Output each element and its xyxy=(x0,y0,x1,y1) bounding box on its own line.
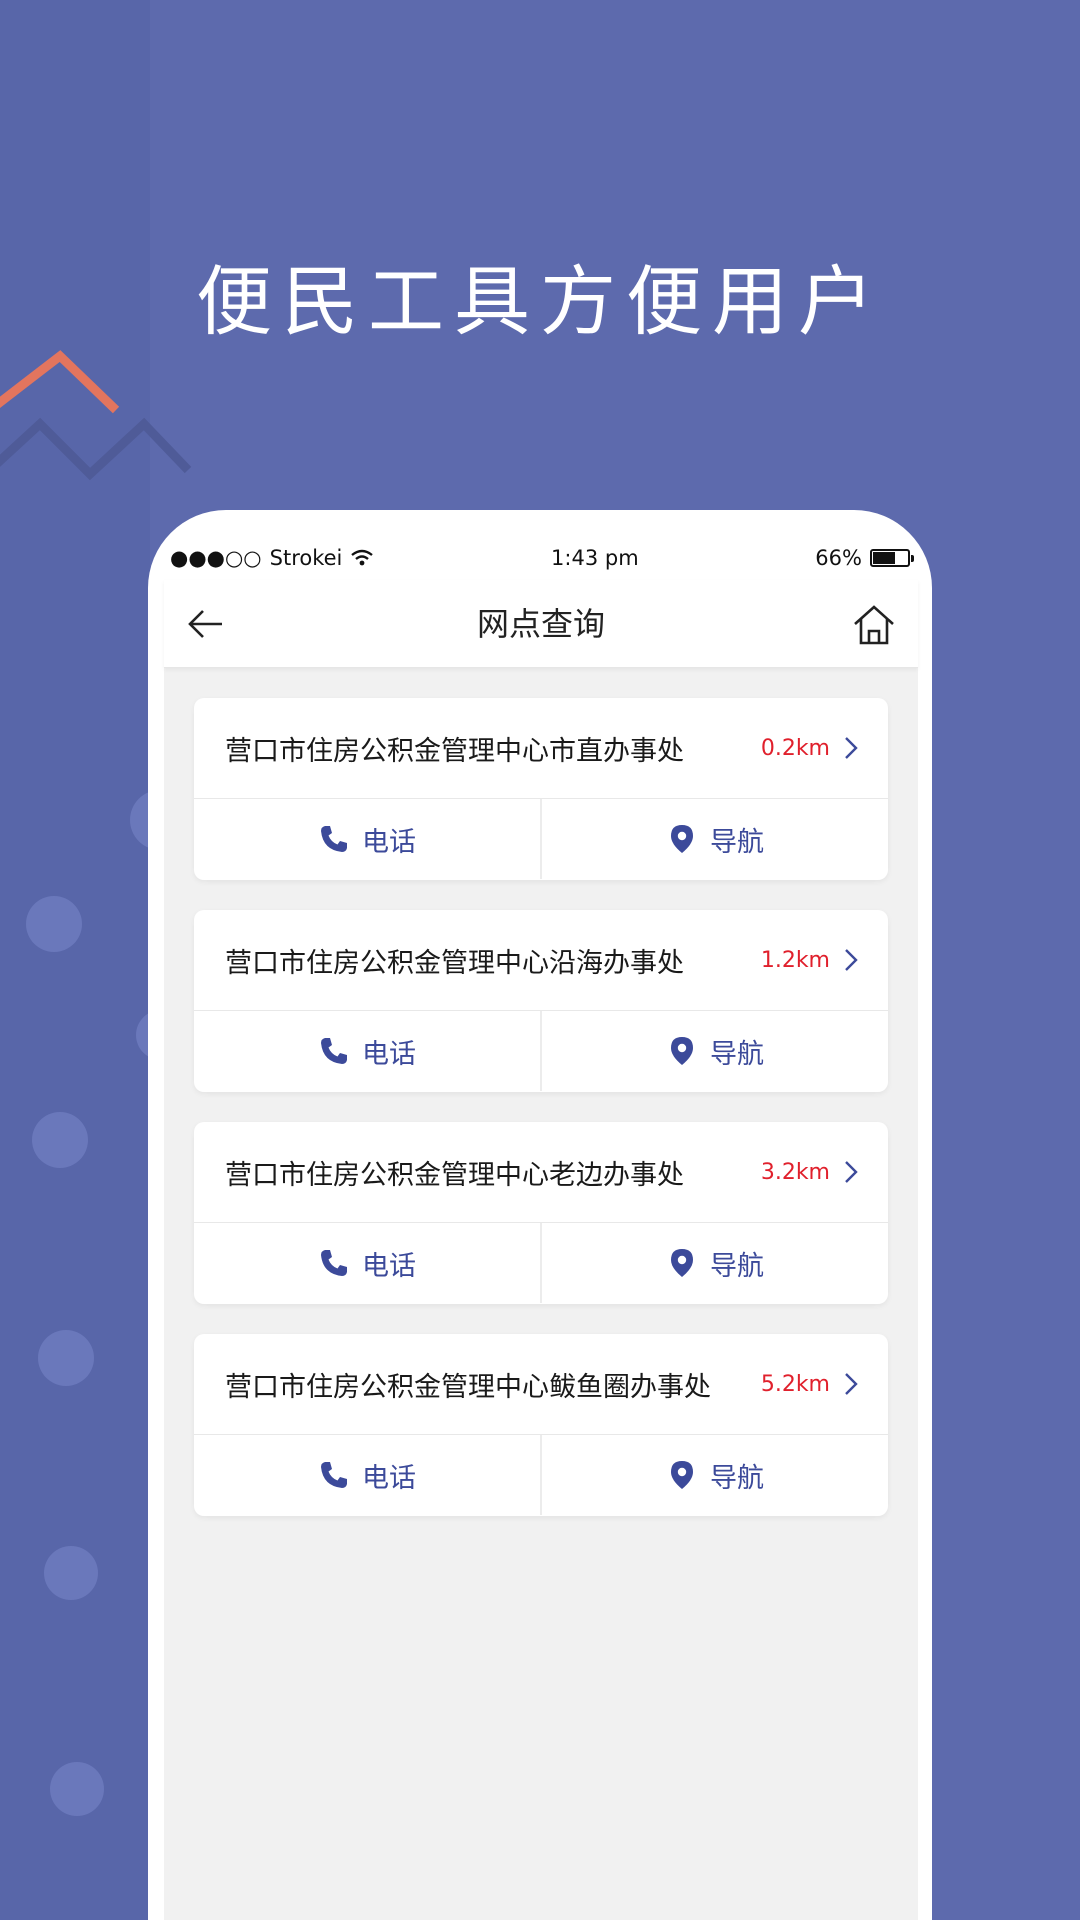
home-icon[interactable] xyxy=(852,604,896,646)
location-pin-icon xyxy=(671,825,693,853)
office-distance: 5.2km xyxy=(760,1371,830,1397)
office-header[interactable]: 营口市住房公积金管理中心老边办事处 3.2km xyxy=(194,1122,888,1223)
battery-level xyxy=(872,552,896,564)
location-pin-icon xyxy=(671,1249,693,1277)
battery-percent: 66% xyxy=(815,546,862,570)
navigate-label: 导航 xyxy=(710,1462,764,1494)
decorative-dot xyxy=(26,896,82,952)
carrier-name: Strokei xyxy=(269,546,343,570)
office-card: 营口市住房公积金管理中心沿海办事处 1.2km 电话 导航 xyxy=(194,910,888,1092)
phone-icon xyxy=(321,826,347,852)
office-name: 营口市住房公积金管理中心鲅鱼圈办事处 xyxy=(225,1371,711,1403)
decorative-dot xyxy=(44,1546,98,1600)
navigate-button[interactable]: 导航 xyxy=(540,1435,888,1515)
office-name: 营口市住房公积金管理中心市直办事处 xyxy=(225,735,684,767)
status-bar: ●●●○○ Strokei 1:43 pm 66% xyxy=(164,536,918,580)
chevron-right-icon xyxy=(845,1373,858,1395)
navigate-button[interactable]: 导航 xyxy=(540,1011,888,1091)
office-header[interactable]: 营口市住房公积金管理中心鲅鱼圈办事处 5.2km xyxy=(194,1334,888,1435)
phone-icon xyxy=(321,1462,347,1488)
page-title: 网点查询 xyxy=(476,605,605,643)
navigate-button[interactable]: 导航 xyxy=(540,799,888,879)
office-header[interactable]: 营口市住房公积金管理中心市直办事处 0.2km xyxy=(194,698,888,799)
navigate-label: 导航 xyxy=(710,1038,764,1070)
office-card: 营口市住房公积金管理中心老边办事处 3.2km 电话 导航 xyxy=(194,1122,888,1304)
office-distance: 0.2km xyxy=(760,735,830,761)
signal-indicator: ●●●○○ xyxy=(170,546,262,570)
call-label: 电话 xyxy=(362,1250,416,1282)
navigate-button[interactable]: 导航 xyxy=(540,1223,888,1303)
office-card: 营口市住房公积金管理中心市直办事处 0.2km 电话 导航 xyxy=(194,698,888,880)
office-card: 营口市住房公积金管理中心鲅鱼圈办事处 5.2km 电话 导航 xyxy=(194,1334,888,1516)
chevron-right-icon xyxy=(845,949,858,971)
navigation-bar: 网点查询 xyxy=(164,580,918,668)
call-label: 电话 xyxy=(362,1462,416,1494)
battery-icon xyxy=(869,549,914,567)
call-button[interactable]: 电话 xyxy=(194,799,540,879)
call-button[interactable]: 电话 xyxy=(194,1435,540,1515)
call-button[interactable]: 电话 xyxy=(194,1011,540,1091)
zigzag-decoration xyxy=(0,350,192,481)
location-pin-icon xyxy=(671,1461,693,1489)
phone-icon xyxy=(321,1250,347,1276)
office-name: 营口市住房公积金管理中心老边办事处 xyxy=(225,1159,684,1191)
office-distance: 3.2km xyxy=(760,1159,830,1185)
status-time: 1:43 pm xyxy=(551,546,639,570)
phone-icon xyxy=(321,1038,347,1064)
navigate-label: 导航 xyxy=(710,826,764,858)
location-pin-icon xyxy=(671,1037,693,1065)
call-label: 电话 xyxy=(362,1038,416,1070)
office-distance: 1.2km xyxy=(760,947,830,973)
decorative-dot xyxy=(50,1762,104,1816)
promo-tagline: 便民工具方便用户 xyxy=(196,257,884,346)
office-header[interactable]: 营口市住房公积金管理中心沿海办事处 1.2km xyxy=(194,910,888,1011)
decorative-dot xyxy=(38,1330,94,1386)
office-list: 营口市住房公积金管理中心市直办事处 0.2km 电话 导航 营口市住房公积金管理… xyxy=(194,698,888,1546)
call-label: 电话 xyxy=(362,826,416,858)
decorative-dot xyxy=(32,1112,88,1168)
office-name: 营口市住房公积金管理中心沿海办事处 xyxy=(225,947,684,979)
chevron-right-icon xyxy=(845,737,858,759)
call-button[interactable]: 电话 xyxy=(194,1223,540,1303)
navigate-label: 导航 xyxy=(710,1250,764,1282)
chevron-right-icon xyxy=(845,1161,858,1183)
wifi-icon xyxy=(351,549,374,566)
